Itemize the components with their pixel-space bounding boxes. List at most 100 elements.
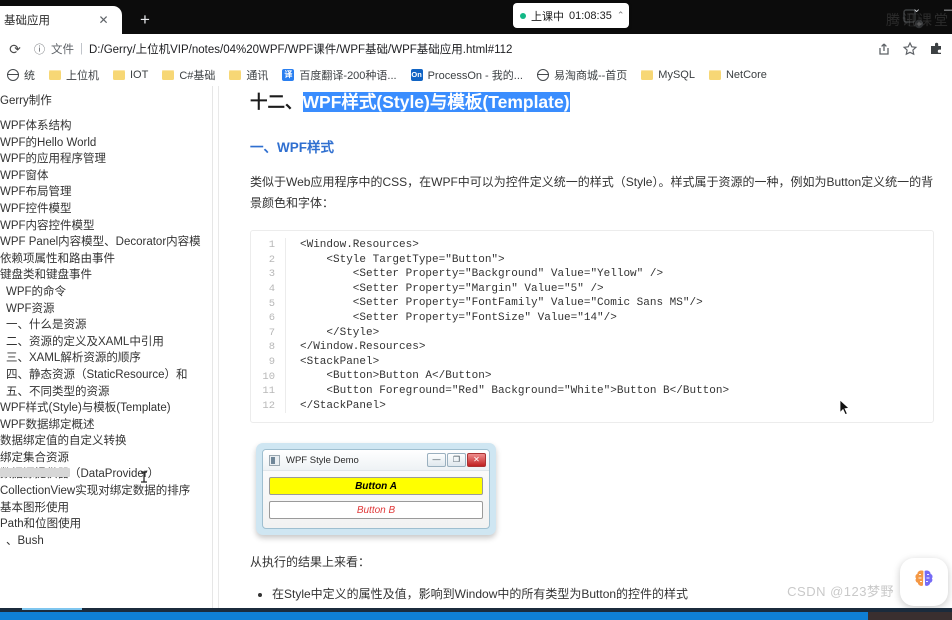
toc-item-3[interactable]: WPF窗体 [0,168,213,185]
code-line-text: <Setter Property="FontFamily" Value="Com… [300,297,703,310]
bookmark-item[interactable]: C#基础 [155,65,222,85]
result-intro: 从执行的结果上来看： [250,555,371,570]
toc-item-19[interactable]: 数据绑定值的自定义转换 [0,433,213,450]
code-line-number: 7 [268,326,275,339]
code-line-number: 6 [268,312,275,325]
folder-icon [162,70,175,80]
page-viewport: Gerry制作 WPF体系结构 WPF的Hello World WPF的应用程序… [0,86,952,612]
bookmark-item[interactable]: 易淘商城--首页 [530,65,634,85]
bookmark-item[interactable]: 译 百度翻译-200种语... [275,65,403,85]
omnibox-actions [876,41,952,57]
code-line-number: 1 [268,239,275,252]
bookmark-item[interactable]: IOT [106,65,155,85]
code-line: 10 <Button>Button A</Button> [251,369,933,384]
toc-item-22[interactable]: CollectionView实现对绑定数据的排序 [0,483,213,500]
browser-tab[interactable]: 基础应用 ✕ [0,6,122,34]
bookmark-item[interactable]: MySQL [634,65,702,85]
toc-item-15[interactable]: 四、静态资源（StaticResource）和 [0,367,213,384]
minimize-icon[interactable]: — [944,4,952,16]
toc-item-4[interactable]: WPF布局管理 [0,184,213,201]
demo-titlebar: WPF Style Demo — ❐ ✕ [263,450,489,472]
code-block[interactable]: 1 <Window.Resources> 2 <Style TargetType=… [250,230,934,424]
list-item: 在Style中定义的属性及值，影响到Window中的所有类型为Button的控件… [272,582,934,607]
code-line: 7 </Style> [251,325,933,341]
sidebar-divider [212,86,213,612]
code-line-text: </StackPanel> [300,399,386,412]
toc-item-9[interactable]: 键盘类和键盘事件 [0,267,213,284]
code-line-text: <Button Foreground="Red" Background="Whi… [300,384,730,397]
bookmark-item[interactable]: NetCore [702,65,774,85]
toc-item-24[interactable]: Path和位图使用 [0,516,213,533]
bookmark-label: 统 [24,70,35,82]
code-line-text: </Style> [300,326,380,339]
toc-item-5[interactable]: WPF控件模型 [0,201,213,218]
code-line: 9 <StackPanel> [251,354,933,370]
code-line-text: <Setter Property="FontSize" Value="14"/> [300,311,617,324]
bookmark-label: 上位机 [66,70,99,82]
toc-item-13[interactable]: 二、资源的定义及XAML中引用 [0,334,213,351]
bookmark-item[interactable]: 通讯 [222,65,275,85]
toc-item-14[interactable]: 三、XAML解析资源的顺序 [0,350,213,367]
tab-title: 基础应用 [4,15,50,27]
page-title-selected-text: WPF样式(Style)与模板(Template) [302,92,570,112]
app-icon [269,454,280,466]
toc-item-11[interactable]: WPF资源 [0,301,213,318]
code-line: 8 </Window.Resources> [251,340,933,355]
code-line-text: <Style TargetType="Button"> [300,253,505,266]
class-timer-pill[interactable]: 上课中 01:08:35 ⌃ [513,3,629,28]
toc-horizontal-scrollbar[interactable] [0,468,70,477]
toc-item-16-active[interactable]: 五、不同类型的资源 [6,386,110,398]
ai-assistant-button[interactable] [900,558,948,606]
bookmark-item[interactable]: On ProcessOn - 我的... [404,65,530,85]
screen: 基础应用 ✕ + 腾讯课堂 ⌄ — 上课中 01:08:35 ⌃ [0,0,952,620]
url-text: D:/Gerry/上位机VIP/notes/04%20WPF/WPF课件/WPF… [89,44,513,56]
bookmark-star-icon[interactable] [902,41,918,57]
text-cursor-icon [140,471,148,486]
bookmark-item[interactable]: 统 [0,65,42,85]
toc-item-10[interactable]: WPF的命令 [0,284,213,301]
code-line: 2 <Style TargetType="Button"> [251,252,933,268]
folder-icon [229,70,242,80]
extensions-icon[interactable] [928,41,944,57]
bookmark-label: NetCore [725,69,767,81]
status-dot-icon [520,12,526,19]
taskbar[interactable] [0,612,952,620]
code-line-number: 10 [262,370,275,383]
toc-item-8[interactable]: 依赖项属性和路由事件 [0,251,213,268]
bookmark-item[interactable]: 上位机 [42,65,106,85]
globe-icon [536,69,549,81]
toc-item-12[interactable]: 一、什么是资源 [0,317,213,334]
toc-item-1[interactable]: WPF的Hello World [0,135,213,152]
toc-item-23[interactable]: 基本图形使用 [0,500,213,517]
share-icon[interactable] [876,41,892,57]
toc-item-18[interactable]: WPF数据绑定概述 [0,417,213,434]
toc-item-20[interactable]: 绑定集合资源 [0,450,213,467]
toc-item-0[interactable]: WPF体系结构 [0,118,213,135]
page-info-icon[interactable]: ⓘ [34,41,45,57]
toc-item-7[interactable]: WPF Panel内容模型、Decorator内容模 [0,234,213,251]
sidebar-divider-2 [218,86,219,612]
toc-item-25[interactable]: 、Bush [0,533,213,550]
code-line: 1 <Window.Resources> [251,238,933,253]
reload-icon[interactable]: ⟳ [2,36,28,62]
mouse-cursor-icon [839,399,851,417]
code-line-number: 4 [268,283,275,296]
toc-item-17[interactable]: WPF样式(Style)与模板(Template) [0,400,213,417]
bookmark-label: C#基础 [179,70,216,82]
tab-strip: 基础应用 ✕ + 腾讯课堂 ⌄ — 上课中 01:08:35 ⌃ [0,0,952,34]
toc-item-2[interactable]: WPF的应用程序管理 [0,151,213,168]
taskbar-tray[interactable] [868,612,952,620]
toc-item-6[interactable]: WPF内容控件模型 [0,218,213,235]
address-bar[interactable]: ⓘ 文件 | D:/Gerry/上位机VIP/notes/04%20WPF/WP… [34,37,876,61]
new-tab-button[interactable]: + [134,10,156,32]
document-content: 十二、WPF样式(Style)与模板(Template) 一、WPF样式 类似于… [222,86,952,612]
section-heading: 一、WPF样式 [250,140,334,155]
chevron-up-icon[interactable]: ⌃ [617,10,625,21]
chevron-down-icon[interactable]: ⌄ [912,2,921,15]
close-icon[interactable]: ✕ [97,14,110,27]
maximize-icon: ❐ [447,453,466,468]
code-line-number: 9 [268,356,275,369]
toc-sidebar[interactable]: Gerry制作 WPF体系结构 WPF的Hello World WPF的应用程序… [0,86,213,612]
bookmarks-bar: 统 上位机 IOT C#基础 通讯 译 百度翻译-200种语... On Pro… [0,64,952,86]
toc-list: Gerry制作 WPF体系结构 WPF的Hello World WPF的应用程序… [0,86,213,549]
